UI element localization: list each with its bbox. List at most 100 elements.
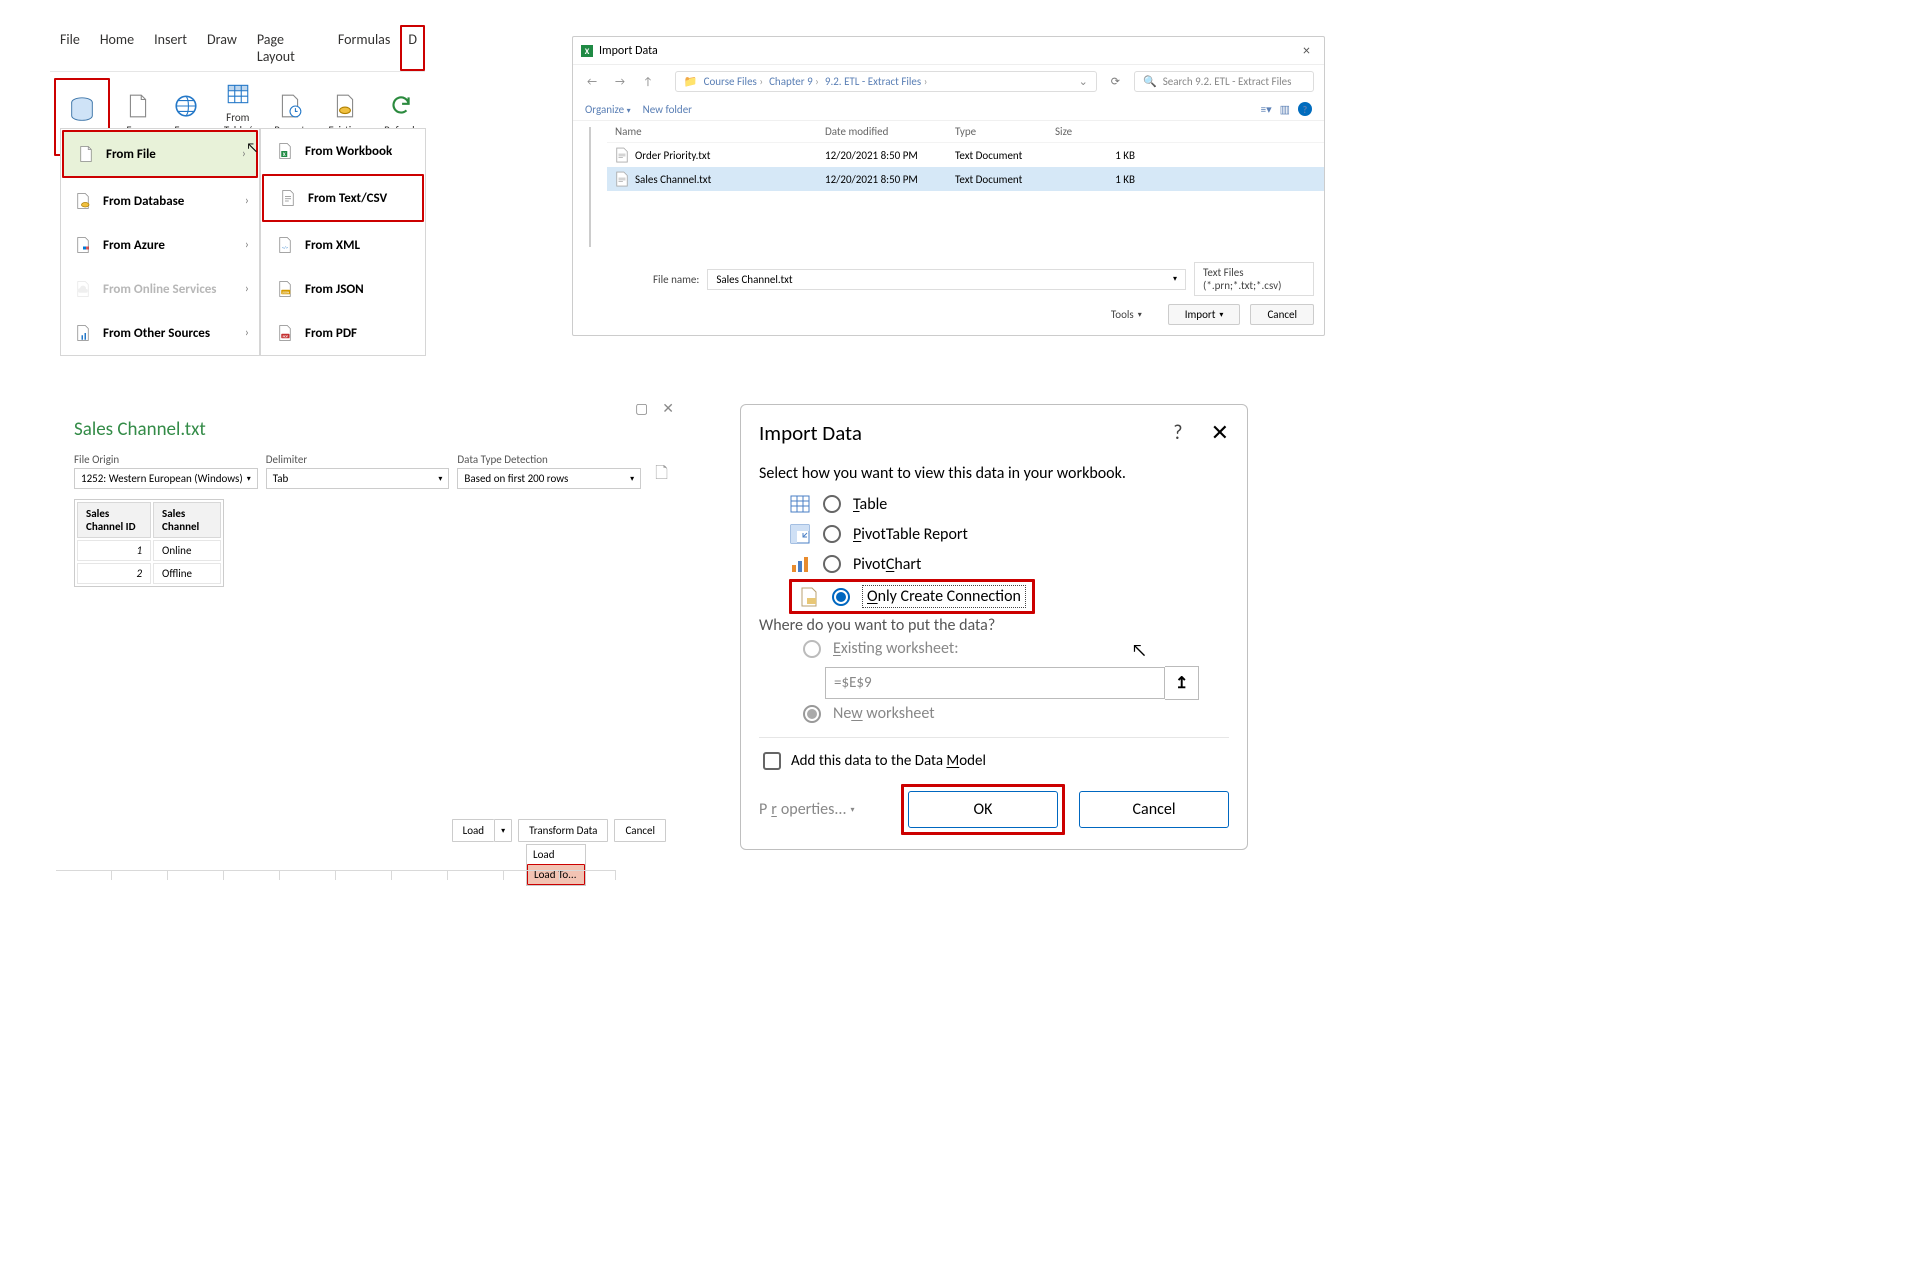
file-list-header[interactable]: Name Date modified Type Size xyxy=(607,121,1324,143)
delimiter-combo[interactable]: Tab▾ xyxy=(266,468,450,489)
file-name-label: File name: xyxy=(653,273,699,286)
col-date[interactable]: Date modified xyxy=(825,125,955,138)
svg-text:X: X xyxy=(585,47,590,57)
svg-text:X: X xyxy=(283,152,286,158)
file-name: Sales Channel.txt xyxy=(635,173,711,186)
from-pdf-item[interactable]: PDF From PDF xyxy=(261,311,425,355)
from-xml-item[interactable]: </> From XML xyxy=(261,223,425,267)
only-create-connection-highlight: Only Create Connection xyxy=(789,579,1035,614)
transform-data-button[interactable]: Transform Data xyxy=(518,819,608,842)
load-dropdown-button[interactable]: ▾ xyxy=(494,819,512,842)
dropdown-icon[interactable]: ⌄ xyxy=(1079,75,1088,88)
ok-button[interactable]: OK xyxy=(908,791,1058,828)
connection-icon xyxy=(329,90,361,122)
col-type[interactable]: Type xyxy=(955,125,1055,138)
maximize-icon[interactable]: ▢ xyxy=(635,400,648,417)
radio-unchecked-icon[interactable] xyxy=(823,555,841,573)
option-table[interactable]: Table xyxy=(759,489,1229,519)
from-json-item[interactable]: JSON From JSON xyxy=(261,267,425,311)
col-size[interactable]: Size xyxy=(1055,125,1135,138)
option-pivottable[interactable]: PivotTable Report xyxy=(759,519,1229,549)
load-option[interactable]: Load xyxy=(527,845,585,864)
excel-icon: X xyxy=(275,141,295,161)
tab-insert[interactable]: Insert xyxy=(144,25,197,71)
cancel-button[interactable]: Cancel xyxy=(1079,791,1229,828)
path-seg[interactable]: Course Files xyxy=(704,75,763,88)
close-button[interactable]: × xyxy=(1297,42,1316,59)
checkbox-unchecked-icon[interactable] xyxy=(763,752,781,770)
cancel-button[interactable]: Cancel xyxy=(614,819,666,842)
table-icon xyxy=(789,493,811,515)
tab-draw[interactable]: Draw xyxy=(197,25,247,71)
col-header[interactable]: Sales Channel ID xyxy=(77,502,151,538)
option-label[interactable]: Only Create Connection xyxy=(862,585,1026,608)
from-workbook-item[interactable]: X From Workbook xyxy=(261,129,425,173)
col-name[interactable]: Name xyxy=(615,125,825,138)
option-label: PivotChart xyxy=(853,555,921,574)
tab-file[interactable]: File xyxy=(50,25,90,71)
file-date: 12/20/2021 8:50 PM xyxy=(825,149,955,162)
from-text-csv-item[interactable]: From Text/CSV xyxy=(262,174,424,222)
from-other-sources-item[interactable]: From Other Sources › xyxy=(61,311,259,355)
option-label: Table xyxy=(853,495,887,514)
import-button[interactable]: Import ▾ xyxy=(1168,304,1241,325)
col-header[interactable]: Sales Channel xyxy=(153,502,221,538)
radio-unchecked-icon[interactable] xyxy=(823,495,841,513)
where-text: Where do you want to put the data? xyxy=(759,614,1229,635)
from-file-label: From File xyxy=(106,147,156,162)
load-button[interactable]: Load xyxy=(452,819,494,842)
organize-button[interactable]: Organize ▾ xyxy=(585,103,631,116)
close-icon[interactable]: ✕ xyxy=(662,400,674,417)
import-data-dialog: Import Data ? ✕ Select how you want to v… xyxy=(740,404,1248,850)
new-folder-button[interactable]: New folder xyxy=(643,103,692,116)
path-seg[interactable]: 9.2. ETL - Extract Files xyxy=(825,75,928,88)
path-bar[interactable]: 📁 Course Files Chapter 9 9.2. ETL - Extr… xyxy=(675,71,1097,92)
range-picker-icon[interactable]: ↥ xyxy=(1165,666,1199,700)
range-selector: ↥ xyxy=(825,666,1229,700)
tab-page-layout[interactable]: Page Layout xyxy=(247,25,328,71)
option-pivotchart[interactable]: PivotChart xyxy=(759,549,1229,579)
cancel-button[interactable]: Cancel xyxy=(1250,304,1314,325)
tools-button[interactable]: Tools ▾ xyxy=(1095,304,1158,325)
file-filter-combo[interactable]: Text Files (*.prn;*.txt;*.csv) xyxy=(1194,262,1314,296)
add-to-model-checkbox[interactable]: Add this data to the Data Model xyxy=(759,737,1229,784)
nav-up-icon[interactable]: ↑ xyxy=(639,73,657,90)
help-icon[interactable]: ? xyxy=(1298,102,1312,116)
file-name-combo[interactable]: Sales Channel.txt▾ xyxy=(707,269,1186,290)
tab-data[interactable]: D xyxy=(400,25,425,71)
worksheet-grid xyxy=(56,870,616,880)
from-azure-item[interactable]: From Azure › xyxy=(61,223,259,267)
tab-home[interactable]: Home xyxy=(90,25,144,71)
detect-settings-icon[interactable]: 🗋 xyxy=(655,462,668,489)
excel-icon: X xyxy=(581,45,593,57)
textfile-icon xyxy=(278,188,298,208)
from-file-item[interactable]: From File › xyxy=(62,130,258,178)
from-json-label: From JSON xyxy=(305,282,364,297)
tab-formulas[interactable]: Formulas xyxy=(328,25,400,71)
file-row-selected[interactable]: Sales Channel.txt 12/20/2021 8:50 PM Tex… xyxy=(607,167,1324,191)
textfile-icon xyxy=(615,171,629,187)
properties-button[interactable]: Properties... ▾ xyxy=(759,800,855,819)
from-database-item[interactable]: From Database › xyxy=(61,179,259,223)
search-box[interactable]: 🔍 Search 9.2. ETL - Extract Files xyxy=(1134,71,1314,92)
detection-combo[interactable]: Based on first 200 rows▾ xyxy=(457,468,641,489)
table-row: 2Offline xyxy=(77,563,221,584)
xml-icon: </> xyxy=(275,235,295,255)
ok-highlight: OK xyxy=(901,784,1065,835)
radio-unchecked-icon[interactable] xyxy=(823,525,841,543)
help-icon[interactable]: ? xyxy=(1173,421,1182,445)
refresh-icon[interactable]: ⟳ xyxy=(1107,73,1124,90)
arrow-right-icon: › xyxy=(245,282,249,296)
option-label: PivotTable Report xyxy=(853,525,968,544)
view-mode-icon[interactable]: ≡▾ xyxy=(1261,103,1272,116)
path-seg[interactable]: Chapter 9 xyxy=(769,75,819,88)
radio-checked-icon[interactable] xyxy=(832,588,850,606)
file-origin-combo[interactable]: 1252: Western European (Windows)▾ xyxy=(74,468,258,489)
nav-forward-icon[interactable]: → xyxy=(611,73,629,90)
preview-pane-icon[interactable]: ▥ xyxy=(1280,103,1290,116)
close-button[interactable]: ✕ xyxy=(1211,419,1229,446)
cursor-icon: ↖ xyxy=(1131,639,1147,661)
nav-back-icon[interactable]: ← xyxy=(583,73,601,90)
textfile-icon xyxy=(615,147,629,163)
file-row[interactable]: Order Priority.txt 12/20/2021 8:50 PM Te… xyxy=(607,143,1324,167)
